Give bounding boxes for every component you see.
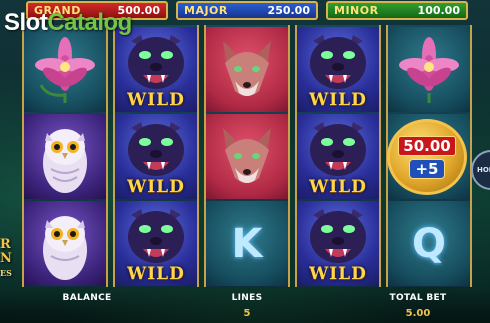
symbol-panther-wild: WILD <box>115 201 197 286</box>
symbol-lily-flower <box>24 27 106 112</box>
coin-icon: 50.00 +5 <box>387 119 467 195</box>
wild-label: WILD <box>127 264 185 284</box>
title-line-1: R <box>0 237 11 252</box>
lines-label: LINES <box>231 293 263 303</box>
symbol-owl <box>24 114 106 199</box>
lines-value: 5 <box>243 308 251 319</box>
wild-label: WILD <box>127 177 185 197</box>
fox-icon <box>223 40 271 96</box>
jackpot-major-value: 250.00 <box>267 4 310 17</box>
symbol-panther-wild: WILD <box>115 114 197 199</box>
panther-icon <box>128 121 184 176</box>
lily-flower-icon <box>399 36 459 103</box>
panther-icon <box>310 34 366 89</box>
symbol-letter-k: K <box>206 201 288 286</box>
reel-2: WILD WILD WILD <box>113 25 199 287</box>
symbol-letter-q: Q <box>388 201 470 286</box>
fox-icon <box>223 127 271 183</box>
lines-display: LINES 5 <box>212 293 282 319</box>
symbol-panther-wild: WILD <box>115 27 197 112</box>
jackpot-minor: MINOR 100.00 <box>326 1 468 20</box>
coin-value: 50.00 <box>398 135 456 156</box>
symbol-owl <box>24 201 106 286</box>
jackpot-major: MAJOR 250.00 <box>176 1 318 20</box>
balance-display: BALANCE <box>52 293 122 308</box>
wild-label: WILD <box>309 177 367 197</box>
panther-icon <box>310 208 366 263</box>
letter-k: K <box>231 220 263 267</box>
watermark-logo: SlotCatalog <box>4 9 132 37</box>
title-line-2: N <box>0 251 12 266</box>
bonus-coin: 50.00 +5 <box>384 117 470 197</box>
symbol-fox <box>206 114 288 199</box>
panther-icon <box>128 34 184 89</box>
bottom-bar: BALANCE LINES 5 TOTAL BET 5.00 <box>0 289 490 323</box>
reel-1 <box>22 25 108 287</box>
wild-label: WILD <box>127 90 185 110</box>
total-bet-display: TOTAL BET 5.00 <box>378 293 458 319</box>
letter-q: Q <box>411 220 446 267</box>
owl-icon <box>43 215 87 280</box>
title-line-3: ES <box>0 268 12 278</box>
coin-extra: +5 <box>409 158 445 179</box>
jackpot-major-label: MAJOR <box>184 4 228 17</box>
symbol-fox <box>206 27 288 112</box>
total-bet-label: TOTAL BET <box>389 293 447 303</box>
reel-3: K <box>204 25 290 287</box>
symbol-lily-flower <box>388 27 470 112</box>
logo-part-2: Catalog <box>47 9 132 36</box>
symbol-panther-wild: WILD <box>297 27 379 112</box>
wild-label: WILD <box>309 264 367 284</box>
jackpot-minor-label: MINOR <box>334 4 379 17</box>
panther-icon <box>128 208 184 263</box>
symbol-panther-wild: WILD <box>297 201 379 286</box>
total-bet-value: 5.00 <box>405 308 431 319</box>
game-title-fragment: R N ES <box>0 238 22 280</box>
symbol-panther-wild: WILD <box>297 114 379 199</box>
hold-button-label: HOLD <box>477 166 490 174</box>
reel-4: WILD WILD WILD <box>295 25 381 287</box>
wild-label: WILD <box>309 90 367 110</box>
panther-icon <box>310 121 366 176</box>
jackpot-minor-value: 100.00 <box>417 4 460 17</box>
lily-flower-icon <box>35 36 95 103</box>
balance-label: BALANCE <box>62 293 112 303</box>
owl-icon <box>43 128 87 193</box>
logo-part-1: Slot <box>4 9 48 36</box>
